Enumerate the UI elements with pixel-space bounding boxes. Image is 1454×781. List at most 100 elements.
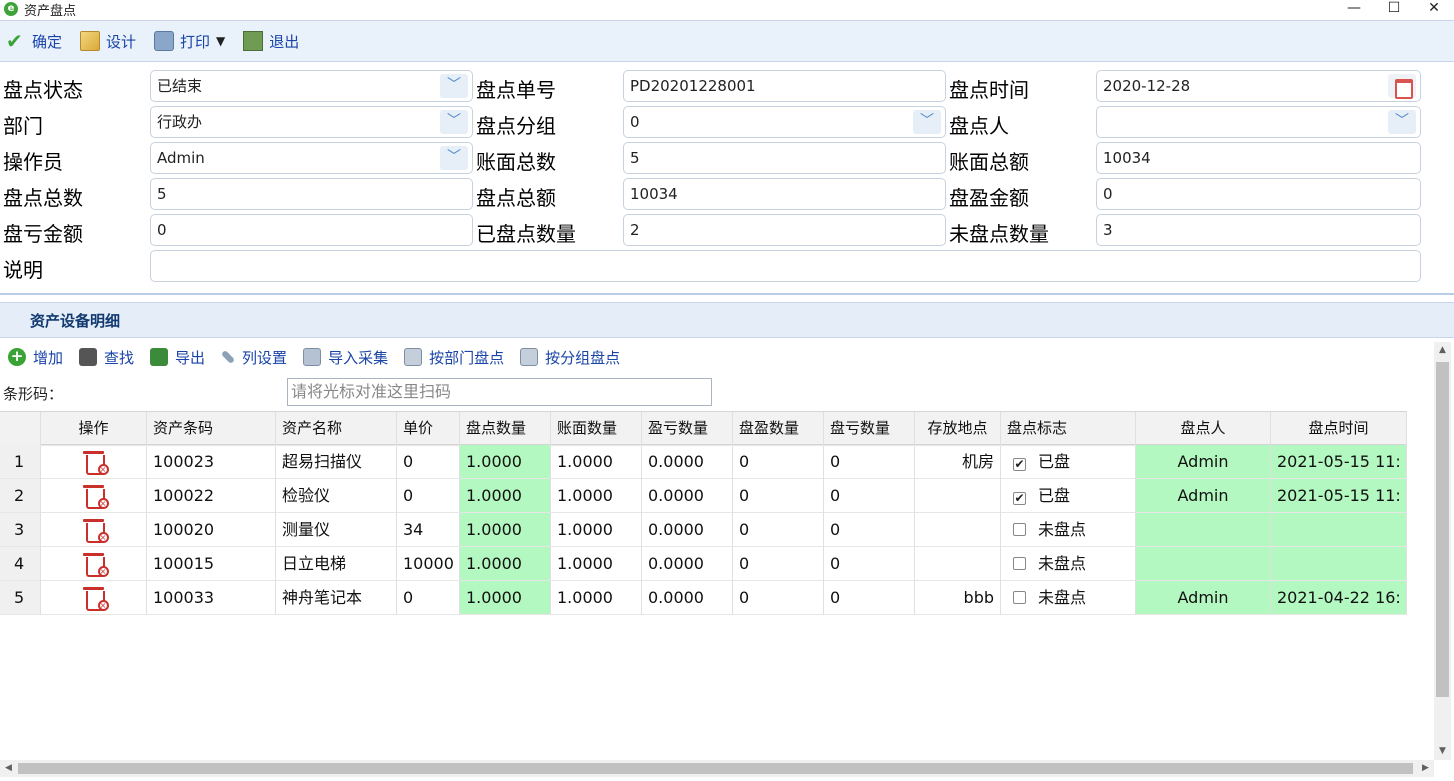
chevron-down-icon[interactable]: ﹀	[1388, 110, 1416, 134]
export-button[interactable]: 导出	[150, 347, 205, 368]
column-header[interactable]: 盈亏数量	[642, 412, 733, 446]
scroll-left-icon[interactable]: ◀	[0, 760, 17, 777]
cell-code: 100022	[147, 479, 276, 513]
delete-trash-icon[interactable]: ×	[82, 551, 109, 577]
cell-book-qty: 1.0000	[551, 445, 642, 479]
cell-code: 100023	[147, 445, 276, 479]
cell-no: 5	[0, 581, 41, 615]
count-by-dept-button[interactable]: 按部门盘点	[404, 347, 504, 368]
column-settings-button[interactable]: 列设置	[220, 347, 287, 368]
cell-price: 34	[397, 513, 460, 547]
count-flag-label: 未盘点	[1038, 520, 1087, 539]
horizontal-scrollbar[interactable]: ◀ ▶	[0, 760, 1434, 777]
counted-checkbox[interactable]	[1013, 557, 1026, 570]
column-header[interactable]: 账面数量	[551, 412, 642, 446]
count-flag-cell: ✔ 已盘	[1001, 479, 1136, 513]
table-row[interactable]: 3 × 100020 测量仪 34 1.0000 1.0000 0.0000 0 0 未盘点	[0, 513, 1407, 547]
table-row[interactable]: 1 × 100023 超易扫描仪 0 1.0000 1.0000 0.0000 0 0 机房 ✔ 已盘 A…	[0, 445, 1407, 479]
import-icon	[303, 348, 322, 366]
cell-count-qty: 1.0000	[460, 547, 551, 581]
column-header[interactable]: 单价	[397, 412, 460, 446]
cell-loss-qty: 0	[824, 445, 915, 479]
delete-trash-icon[interactable]: ×	[82, 483, 109, 509]
scroll-down-icon[interactable]: ▼	[1434, 743, 1451, 760]
table-row[interactable]: 5 × 100033 神舟笔记本 0 1.0000 1.0000 0.0000 0 0 bbb 未盘点…	[0, 581, 1407, 615]
counted-checkbox[interactable]	[1013, 591, 1026, 604]
chevron-down-icon[interactable]: ﹀	[913, 110, 941, 134]
column-header[interactable]: 资产条码	[147, 412, 276, 446]
counted-checkbox[interactable]: ✔	[1013, 492, 1026, 505]
surplus-amount-value: 0	[1103, 185, 1113, 203]
table-row[interactable]: 4 × 100015 日立电梯 10000 1.0000 1.0000 0.0000 0 0 未盘点	[0, 547, 1407, 581]
operation-cell: ×	[41, 479, 147, 513]
cell-time: 2021-05-15 11:	[1271, 479, 1407, 513]
cell-checker: Admin	[1136, 479, 1271, 513]
import-collect-button[interactable]: 导入采集	[303, 347, 388, 368]
chevron-down-icon[interactable]: ▼	[216, 34, 225, 48]
note-field[interactable]	[150, 250, 1421, 282]
cell-location	[915, 513, 1001, 547]
delete-trash-icon[interactable]: ×	[82, 517, 109, 543]
surplus-amount-field[interactable]: 0	[1096, 178, 1421, 210]
group-value: 0	[630, 113, 640, 131]
column-header[interactable]: 资产名称	[276, 412, 397, 446]
table-row[interactable]: 2 × 100022 检验仪 0 1.0000 1.0000 0.0000 0 0 ✔ 已盘 Admin…	[0, 479, 1407, 513]
cell-loss-qty: 0	[824, 547, 915, 581]
minimize-icon[interactable]: —	[1334, 0, 1374, 18]
find-button[interactable]: 查找	[79, 347, 134, 368]
chevron-down-icon[interactable]: ﹀	[440, 74, 468, 98]
app-icon: e	[4, 2, 18, 16]
column-header[interactable]: 盘点标志	[1001, 412, 1136, 446]
chevron-down-icon[interactable]: ﹀	[440, 146, 468, 170]
dept-select[interactable]: 行政办 ﹀	[150, 106, 473, 138]
barcode-input[interactable]: 请将光标对准这里扫码	[287, 378, 712, 406]
count-flag-cell: 未盘点	[1001, 581, 1136, 615]
cell-code: 100033	[147, 581, 276, 615]
column-header[interactable]: 盘盈数量	[733, 412, 824, 446]
calendar-icon[interactable]	[1388, 74, 1416, 99]
count-by-group-button[interactable]: 按分组盘点	[520, 347, 620, 368]
chevron-down-icon[interactable]: ﹀	[440, 110, 468, 134]
scroll-right-icon[interactable]: ▶	[1417, 760, 1434, 777]
counted-checkbox[interactable]: ✔	[1013, 458, 1026, 471]
column-header[interactable]: 盘点人	[1136, 412, 1271, 446]
vertical-scrollbar[interactable]: ▲ ▼	[1434, 342, 1451, 760]
design-icon	[80, 31, 101, 51]
column-header[interactable]: 盘点时间	[1271, 412, 1407, 446]
order-no-field[interactable]: PD20201228001	[623, 70, 946, 102]
group-select[interactable]: 0 ﹀	[623, 106, 946, 138]
checker-select[interactable]: ﹀	[1096, 106, 1421, 138]
scroll-thumb[interactable]	[1436, 362, 1449, 697]
cell-diff-qty: 0.0000	[642, 445, 733, 479]
operator-select[interactable]: Admin ﹀	[150, 142, 473, 174]
column-header[interactable]: 盘亏数量	[824, 412, 915, 446]
maximize-icon[interactable]: ☐	[1374, 0, 1414, 18]
close-icon[interactable]: ✕	[1414, 0, 1454, 18]
loss-amount-field[interactable]: 0	[150, 214, 473, 246]
count-total-field[interactable]: 5	[150, 178, 473, 210]
scroll-up-icon[interactable]: ▲	[1434, 342, 1451, 359]
count-total-label: 盘点总数	[3, 186, 83, 210]
cell-checker	[1136, 547, 1271, 581]
delete-trash-icon[interactable]: ×	[82, 585, 109, 611]
design-button[interactable]: 设计	[80, 31, 136, 52]
column-header[interactable]: 盘点数量	[460, 412, 551, 446]
exit-button[interactable]: 退出	[243, 31, 299, 52]
delete-trash-icon[interactable]: ×	[82, 449, 109, 475]
column-header[interactable]: 存放地点	[915, 412, 1001, 446]
scroll-thumb[interactable]	[18, 763, 1413, 774]
book-total-field[interactable]: 5	[623, 142, 946, 174]
print-button[interactable]: 打印 ▼	[154, 31, 225, 52]
book-amount-field[interactable]: 10034	[1096, 142, 1421, 174]
exit-icon	[243, 31, 264, 51]
uncounted-qty-field[interactable]: 3	[1096, 214, 1421, 246]
add-button[interactable]: + 增加	[8, 347, 63, 368]
confirm-button[interactable]: ✔ 确定	[6, 31, 62, 52]
time-field[interactable]: 2020-12-28	[1096, 70, 1421, 102]
count-amount-field[interactable]: 10034	[623, 178, 946, 210]
counted-qty-field[interactable]: 2	[623, 214, 946, 246]
counted-checkbox[interactable]	[1013, 523, 1026, 536]
cell-price: 10000	[397, 547, 460, 581]
status-select[interactable]: 已结束 ﹀	[150, 70, 473, 102]
column-header[interactable]: 操作	[41, 412, 147, 446]
